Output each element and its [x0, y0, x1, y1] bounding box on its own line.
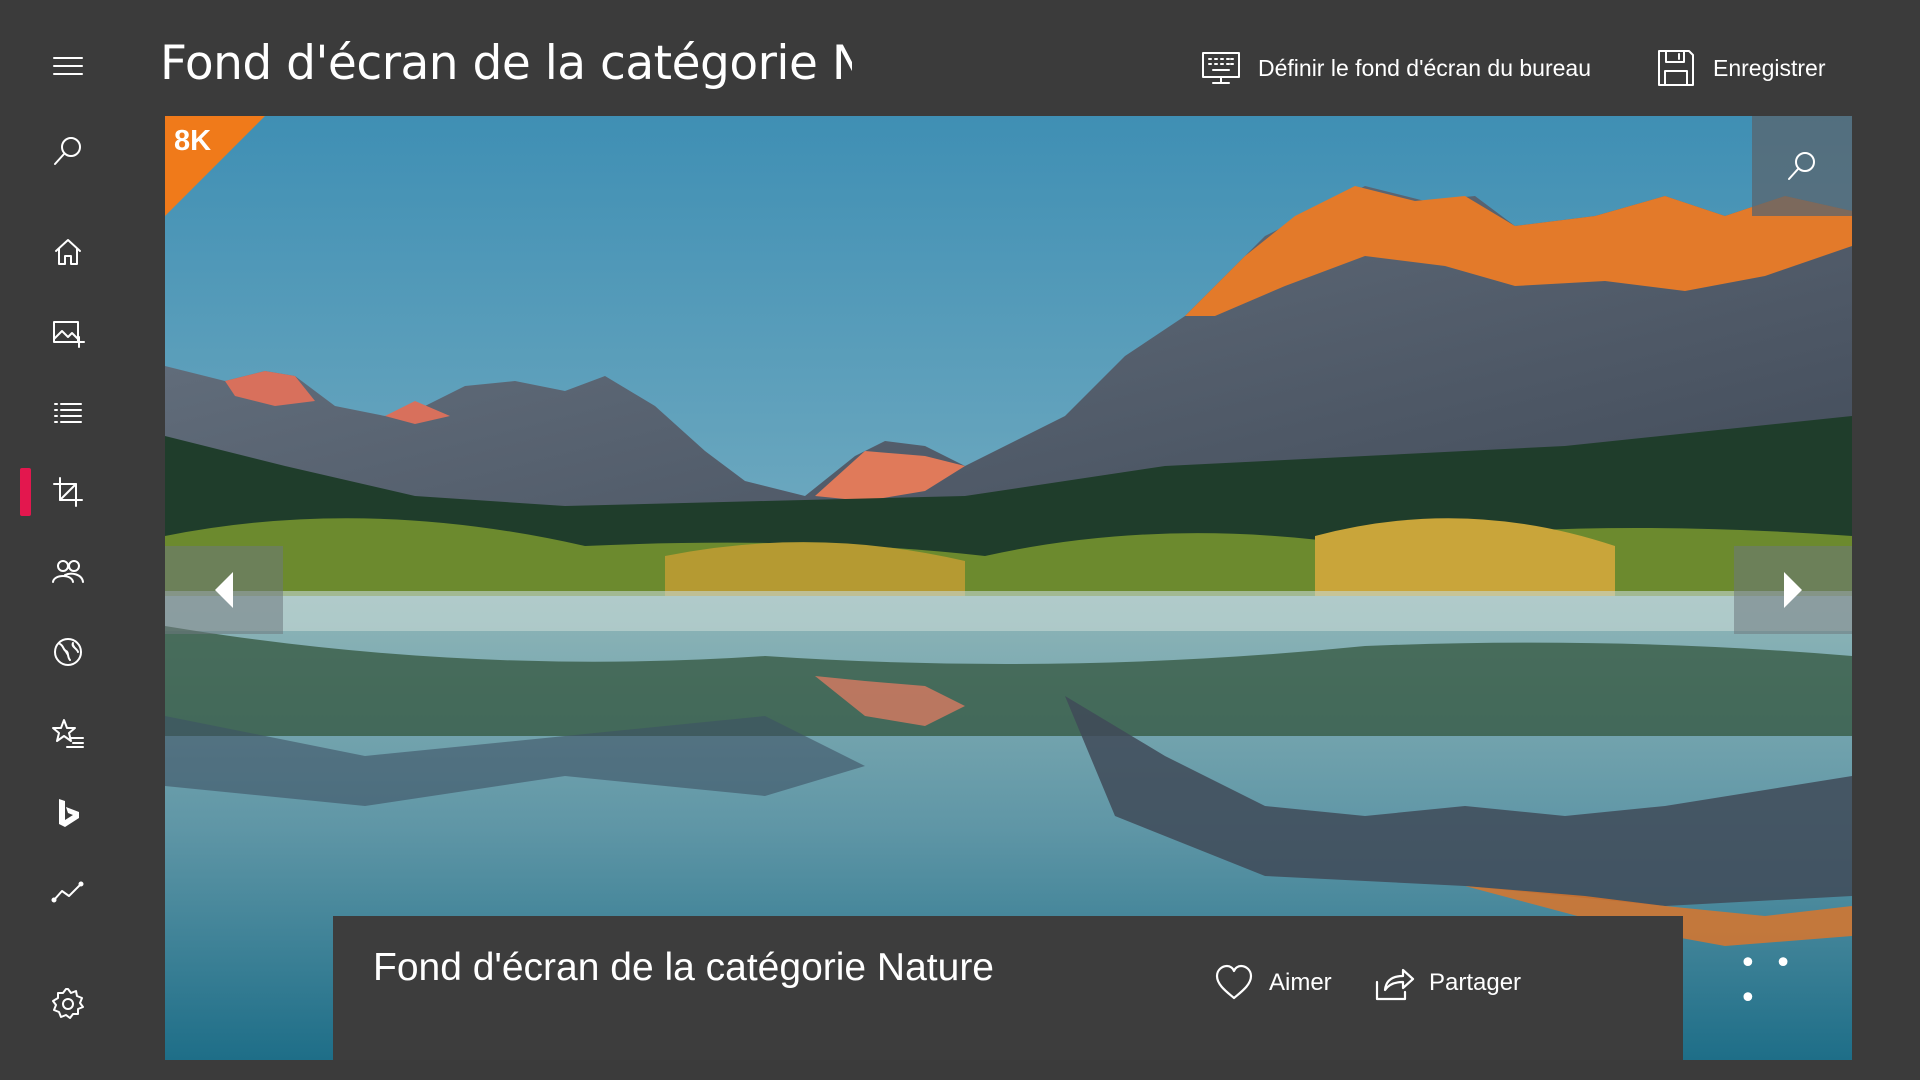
- nav-favorites-button[interactable]: [0, 698, 135, 768]
- crop-icon: [52, 477, 83, 507]
- share-icon: [1375, 968, 1415, 1001]
- heart-icon: [1215, 964, 1253, 1000]
- page-title: Fond d'écran de la catégorie Natu: [160, 36, 852, 91]
- share-label: Partager: [1429, 969, 1522, 996]
- trend-icon: [51, 881, 83, 903]
- share-button[interactable]: Partager: [1373, 958, 1521, 1008]
- gear-icon: [51, 988, 84, 1019]
- 8k-badge: 8K: [165, 116, 265, 216]
- 8k-badge-label: 8K: [174, 125, 212, 157]
- previous-image-button[interactable]: [165, 546, 283, 634]
- nav-search-button[interactable]: [0, 116, 135, 186]
- like-label: Aimer: [1269, 969, 1332, 996]
- nav-add-image-button[interactable]: [0, 297, 135, 367]
- more-options-button[interactable]: • • •: [1739, 946, 1799, 1016]
- nav-home-button[interactable]: [0, 217, 135, 287]
- hamburger-menu-button[interactable]: [0, 31, 135, 101]
- home-icon: [54, 239, 81, 265]
- nav-trend-button[interactable]: [0, 858, 135, 928]
- save-icon: [1658, 50, 1694, 86]
- wallpaper-title: Fond d'écran de la catégorie Nature: [373, 946, 994, 989]
- people-icon: [51, 560, 84, 583]
- nav-settings-button[interactable]: [0, 969, 135, 1039]
- monitor-keyboard-icon: [1202, 52, 1240, 84]
- save-button[interactable]: Enregistrer: [1655, 38, 1825, 98]
- wallpaper-image[interactable]: 8K Fond d'écran de la catégorie Nature A…: [165, 116, 1852, 1060]
- add-image-icon: [52, 321, 85, 348]
- zoom-button[interactable]: [1752, 116, 1852, 216]
- nav-list-button[interactable]: [0, 377, 135, 447]
- save-label: Enregistrer: [1713, 54, 1826, 81]
- search-icon: [53, 137, 81, 165]
- list-icon: [53, 403, 82, 423]
- hamburger-menu-icon: [52, 57, 83, 75]
- triangle-right-icon: [1784, 572, 1802, 608]
- triangle-left-icon: [215, 572, 233, 608]
- wallpaper-info-bar: Fond d'écran de la catégorie Nature Aime…: [333, 916, 1792, 1060]
- star-list-icon: [51, 719, 84, 748]
- nav-crop-button[interactable]: [0, 457, 135, 527]
- set-desktop-wallpaper-label: Définir le fond d'écran du bureau: [1258, 54, 1591, 81]
- sidebar: [0, 0, 135, 1080]
- nav-people-button[interactable]: [0, 537, 135, 607]
- nav-bing-button[interactable]: [0, 778, 135, 848]
- globe-icon: [53, 638, 82, 666]
- magnifier-icon: [1788, 152, 1815, 180]
- nav-globe-button[interactable]: [0, 617, 135, 687]
- set-desktop-wallpaper-button[interactable]: Définir le fond d'écran du bureau: [1200, 38, 1591, 98]
- next-image-button[interactable]: [1734, 546, 1852, 634]
- bing-icon: [58, 799, 79, 827]
- like-button[interactable]: Aimer: [1213, 958, 1332, 1008]
